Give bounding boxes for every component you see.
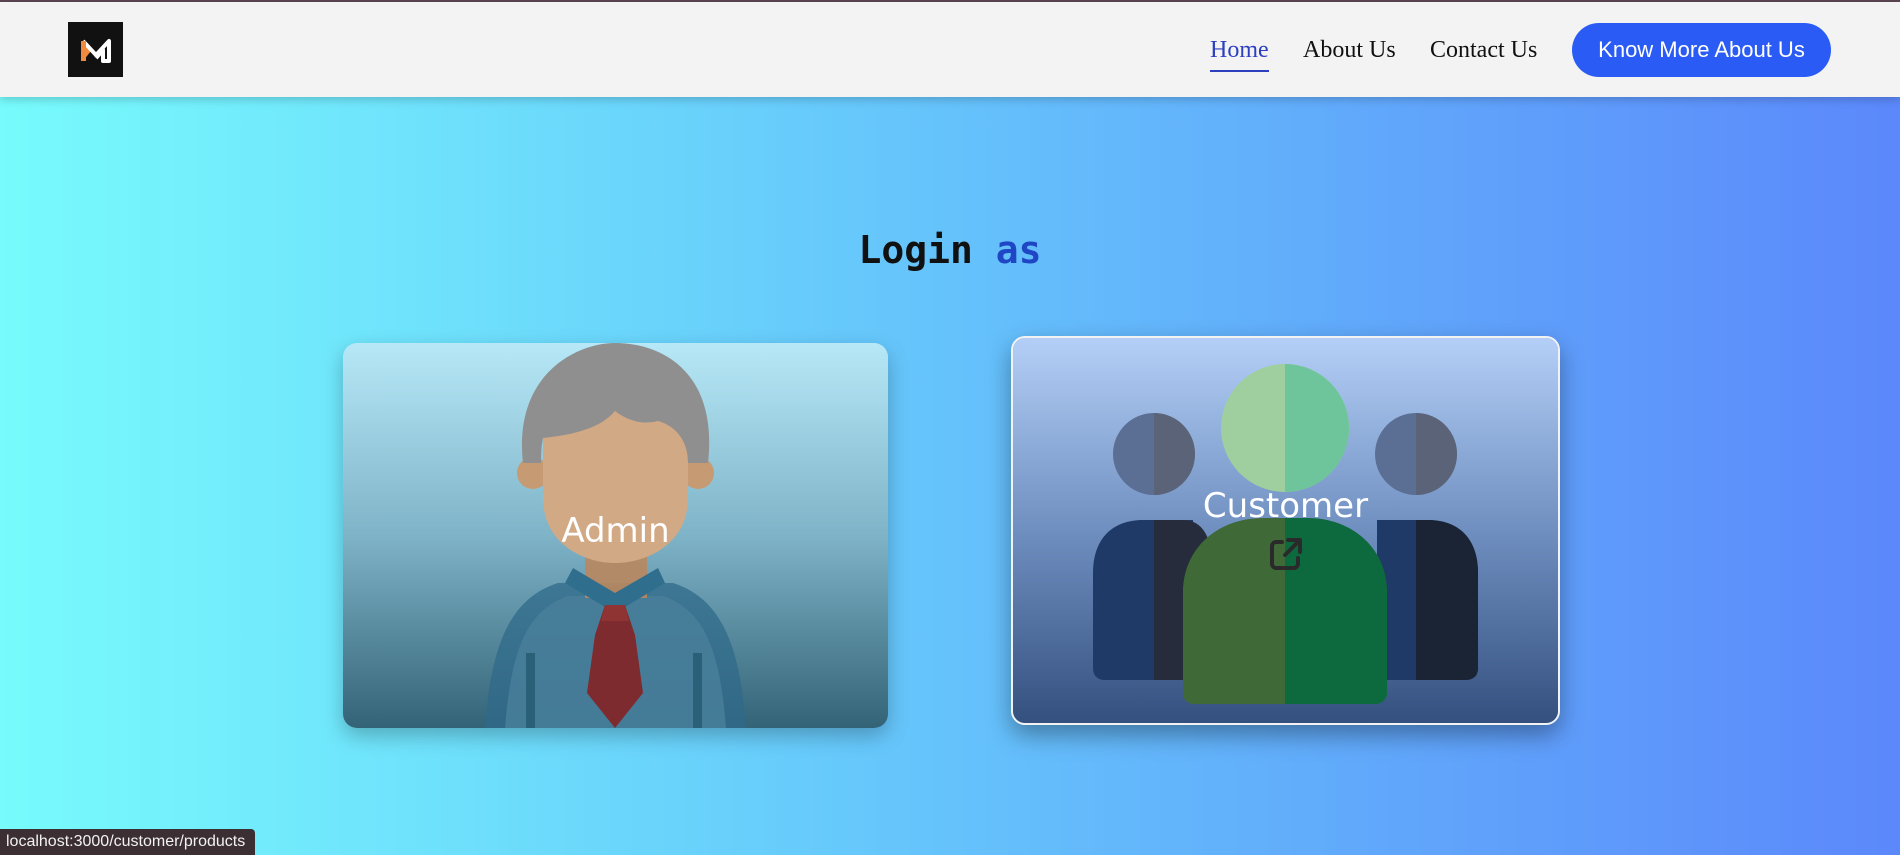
nav-link-contact-us[interactable]: Contact Us <box>1430 36 1537 64</box>
page-title-accent: as <box>995 228 1042 272</box>
brand-logo[interactable] <box>68 22 123 77</box>
navbar: Home About Us Contact Us Know More About… <box>0 2 1900 97</box>
customer-login-card[interactable]: Customer <box>1011 336 1560 725</box>
external-link-icon[interactable] <box>1268 536 1304 572</box>
admin-login-card[interactable]: Admin <box>343 343 888 728</box>
status-bar-url: localhost:3000/customer/products <box>0 829 256 855</box>
customer-label: Customer <box>1202 486 1369 526</box>
page-title: Login as <box>0 228 1900 272</box>
nav-link-about-us[interactable]: About Us <box>1303 36 1396 64</box>
admin-label: Admin <box>561 511 670 551</box>
know-more-button[interactable]: Know More About Us <box>1572 23 1831 77</box>
brand-logo-icon <box>80 38 111 63</box>
page-title-word: Login <box>858 228 973 272</box>
nav-link-home[interactable]: Home <box>1210 36 1269 72</box>
customers-group-icon <box>1013 338 1558 723</box>
